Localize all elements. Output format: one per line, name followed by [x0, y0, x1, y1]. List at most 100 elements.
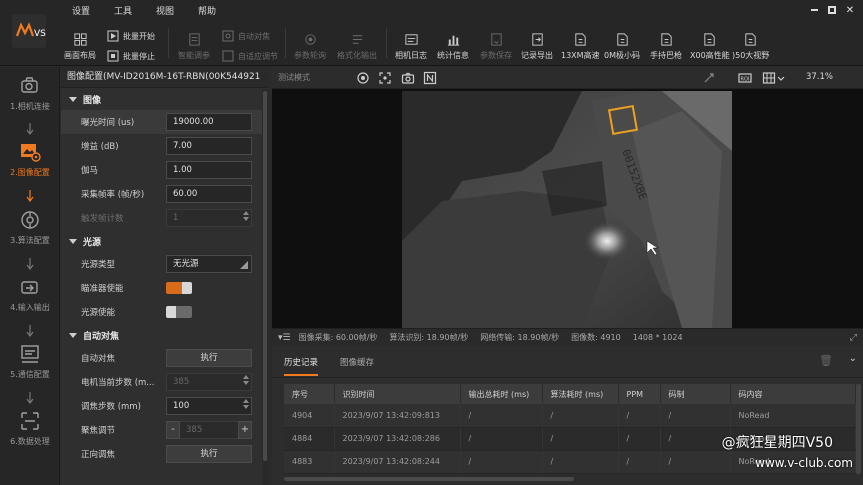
batch-stop-button[interactable]: 批量停止: [107, 50, 155, 62]
motor-input[interactable]: 385: [166, 373, 252, 391]
step-data-processing[interactable]: 6.数据处理: [0, 410, 60, 452]
col-code-type[interactable]: 码制: [660, 384, 731, 404]
history-tabs: 历史记录 图像缓存 🗑 ⌄: [272, 346, 863, 378]
batch-start-button[interactable]: 批量开始: [107, 30, 155, 42]
col-time[interactable]: 识别时间: [334, 384, 461, 404]
forward-focus-row: 正向调焦 执行: [61, 442, 268, 466]
trash-icon[interactable]: 🗑: [819, 354, 833, 367]
light-type-value: 无光源: [173, 259, 199, 269]
mvs-logo: VS: [12, 14, 46, 48]
record-export-button[interactable]: 记录导出: [521, 32, 553, 61]
focus-step-input[interactable]: 100: [166, 397, 252, 415]
gamma-input[interactable]: 1.00: [166, 161, 252, 179]
param-save-label: 参数保存: [480, 51, 512, 60]
record-icon[interactable]: [356, 71, 370, 85]
preset-0m-button[interactable]: 0M极小码: [604, 32, 640, 61]
step-image-config[interactable]: 2.图像配置: [0, 141, 60, 183]
cell-index: 4904: [284, 404, 335, 428]
layout-button[interactable]: 画面布局: [64, 32, 96, 61]
arrow-down-icon: [26, 123, 34, 135]
preset-50-button[interactable]: )50大视野: [732, 32, 769, 61]
autofocus-execute-button[interactable]: 执行: [166, 349, 252, 367]
stats-button[interactable]: 统计信息: [437, 32, 469, 61]
step-rail: 1.相机连接 2.图像配置 3.算法配置 4.输入输出 5.通信配置 6.数据处…: [0, 67, 60, 485]
batch-stop-label: 批量停止: [123, 51, 155, 61]
zoom-level[interactable]: 37.1%: [806, 72, 833, 82]
gain-input[interactable]: 7.00: [166, 137, 252, 155]
auto-focus-toolbar-label: 自动对焦: [238, 31, 270, 41]
test-mode-label[interactable]: 测试模式: [278, 72, 310, 83]
roi-tool-icon[interactable]: ROI: [738, 71, 752, 85]
auto-adjust-button[interactable]: 自适应调节: [222, 50, 278, 62]
light-enable-toggle[interactable]: [166, 306, 192, 318]
col-algo-time[interactable]: 算法耗时 (ms): [542, 384, 619, 404]
record-export-label: 记录导出: [521, 51, 553, 60]
focus-adjust-value[interactable]: 385: [180, 421, 238, 439]
fullscreen-icon[interactable]: ⤢: [850, 333, 857, 343]
auto-focus-toolbar-button[interactable]: 自动对焦: [222, 30, 270, 42]
history-horizontal-scrollbar[interactable]: [284, 477, 574, 481]
step-io[interactable]: 4.输入输出: [0, 276, 60, 318]
section-image[interactable]: 图像: [61, 88, 268, 110]
batch-start-icon: [107, 30, 119, 42]
param-save-button[interactable]: 参数保存: [480, 32, 512, 61]
col-index[interactable]: 序号: [284, 384, 335, 404]
step-label: 6.数据处理: [10, 437, 50, 446]
col-code-content[interactable]: 码内容: [730, 384, 856, 404]
list-toggle-icon[interactable]: ▾☰: [278, 333, 291, 343]
light-type-select[interactable]: 无光源: [166, 255, 252, 273]
aimer-toggle[interactable]: [166, 282, 192, 294]
preset-file-icon: [745, 33, 756, 46]
col-ppm[interactable]: PPM: [618, 384, 661, 404]
forward-focus-execute-button[interactable]: 执行: [166, 445, 252, 463]
step-communication[interactable]: 5.通信配置: [0, 343, 60, 385]
fps-input[interactable]: 60.00: [166, 185, 252, 203]
maximize-button[interactable]: [825, 3, 839, 17]
auto-adjust-label: 自适应调节: [238, 51, 278, 61]
n-mode-icon[interactable]: [423, 71, 437, 85]
close-button[interactable]: ✕: [843, 3, 857, 17]
preset-x00-button[interactable]: X00高性能: [690, 32, 730, 61]
tab-image-cache[interactable]: 图像缓存: [340, 356, 374, 368]
cursor-tool-icon[interactable]: [702, 71, 716, 85]
camera-log-button[interactable]: 相机日志: [395, 32, 427, 61]
preset-handheld-button[interactable]: 手持巴枪: [650, 32, 682, 61]
menu-view[interactable]: 视图: [144, 4, 186, 20]
motor-value: 385: [173, 377, 190, 387]
focus-frame-icon[interactable]: [378, 71, 392, 85]
image-canvas[interactable]: 00152XBE: [272, 89, 863, 328]
chevron-down-icon[interactable]: ⌄: [849, 353, 857, 364]
exposure-input[interactable]: 19000.00: [166, 113, 252, 131]
minimize-button[interactable]: [807, 3, 821, 17]
param-poll-button[interactable]: 参数轮询: [294, 32, 326, 61]
spin-icon: [243, 375, 249, 385]
gain-row: 增益 (dB) 7.00: [61, 134, 268, 158]
focus-plus-button[interactable]: +: [238, 421, 252, 439]
camera-snapshot-icon[interactable]: [401, 71, 415, 85]
cell-output-time: /: [460, 404, 543, 428]
smart-tune-button[interactable]: 智能调参: [178, 32, 210, 61]
trigger-input[interactable]: 1: [166, 209, 252, 227]
table-row[interactable]: 4904 2023/9/07 13:42:09:813 / / / / NoRe…: [284, 404, 856, 428]
watermark-line1: @疯狂星期四V50: [721, 435, 833, 451]
step-algorithm-config[interactable]: 3.算法配置: [0, 209, 60, 251]
section-light[interactable]: 光源: [61, 230, 268, 252]
preset-13xm-button[interactable]: 13XM高速: [561, 32, 600, 61]
grid-dropdown-icon[interactable]: [777, 71, 785, 85]
focus-minus-button[interactable]: -: [166, 421, 180, 439]
export-icon: [531, 33, 543, 46]
config-scrollbar[interactable]: [262, 89, 268, 485]
menu-help[interactable]: 帮助: [186, 4, 228, 20]
step-camera-connect[interactable]: 1.相机连接: [0, 75, 60, 117]
col-output-time[interactable]: 输出总耗时 (ms): [460, 384, 543, 404]
maximize-icon: [828, 6, 836, 14]
camera-log-icon: [404, 34, 418, 45]
grid-overlay-icon[interactable]: [762, 71, 776, 85]
spin-icon: [243, 211, 249, 221]
menu-tools[interactable]: 工具: [102, 4, 144, 20]
tab-history[interactable]: 历史记录: [284, 356, 319, 376]
history-vertical-scrollbar[interactable]: [856, 384, 861, 474]
menu-settings[interactable]: 设置: [60, 4, 102, 20]
section-autofocus[interactable]: 自动对焦: [61, 324, 268, 346]
format-output-button[interactable]: 格式化输出: [337, 32, 377, 61]
